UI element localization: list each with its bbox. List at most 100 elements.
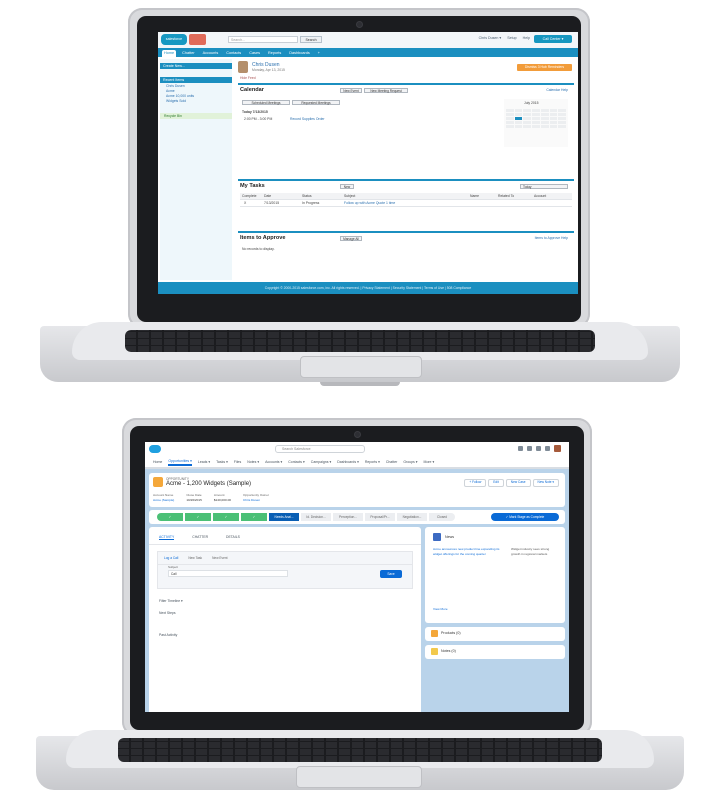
products-card[interactable]: Products (0)	[425, 627, 565, 641]
header-icons	[518, 445, 561, 452]
search-input[interactable]: Search...	[228, 36, 298, 43]
edit-button[interactable]: Edit	[488, 479, 504, 487]
notifications-bell-icon[interactable]	[545, 446, 550, 451]
help-link[interactable]: Help	[523, 36, 530, 40]
view-more-link[interactable]: View More	[433, 607, 505, 612]
nav-dashboards[interactable]: Dashboards ▾	[337, 460, 359, 464]
path-step[interactable]: Perception...	[333, 513, 363, 521]
notes-title[interactable]: Notes (0)	[441, 649, 456, 653]
tab-chatter[interactable]: Chatter	[180, 51, 196, 55]
path-step[interactable]: Id. Decision...	[301, 513, 331, 521]
calendar-help-link[interactable]: Calendar Help	[546, 88, 568, 92]
user-menu[interactable]: Chris Dusen ▾	[479, 36, 502, 40]
calendar-grid	[504, 107, 568, 130]
nav-chatter[interactable]: Chatter	[386, 460, 397, 464]
hide-feed-link[interactable]: Hide Feed	[240, 76, 256, 80]
news-icon	[433, 533, 441, 541]
approvals-help-link[interactable]: Items to Approve Help	[535, 236, 568, 240]
recycle-bin-link[interactable]: Recycle Bin	[160, 113, 232, 119]
tab-accounts[interactable]: Accounts	[201, 51, 221, 55]
nav-campaigns[interactable]: Campaigns ▾	[311, 460, 331, 464]
requested-meetings-tab[interactable]: Requested Meetings	[292, 100, 340, 105]
new-note-button[interactable]: New Note ▾	[532, 479, 559, 487]
search-input[interactable]: Search Salesforce	[275, 445, 365, 453]
app-badge-icon	[189, 34, 206, 45]
activity-panel: ACTIVITY CHATTER DETAILS Log a Call New …	[149, 527, 421, 712]
scheduled-meetings-tab[interactable]: Scheduled Meetings	[242, 100, 290, 105]
recent-item[interactable]: Widgets Sold	[160, 98, 232, 103]
new-event-button[interactable]: New Event	[340, 88, 362, 93]
products-title[interactable]: Products (0)	[441, 631, 461, 635]
tab-home[interactable]: Home	[162, 50, 177, 57]
nav-opportunities[interactable]: Opportunities ▾	[168, 459, 192, 466]
follow-button[interactable]: + Follow	[464, 479, 487, 487]
trackpad	[300, 356, 422, 378]
col-name: Name	[470, 194, 480, 198]
setup-gear-icon[interactable]	[536, 446, 541, 451]
path-step[interactable]: Proposal/Pr...	[365, 513, 395, 521]
search-button[interactable]: Search	[300, 36, 322, 43]
approvals-section: Items to Approve Manage All Items to App…	[238, 231, 574, 261]
nav-files[interactable]: Files	[234, 460, 241, 464]
avatar[interactable]	[554, 445, 561, 452]
mark-stage-complete-button[interactable]: ✓ Mark Stage as Complete	[491, 513, 559, 521]
nav-notes[interactable]: Notes ▾	[247, 460, 259, 464]
laptop-lightning: Search Salesforce Home Opportunities ▾ L…	[0, 408, 710, 794]
dismiss-reminders-button[interactable]: Dismiss 3 Hub Reminders	[517, 64, 572, 71]
filter-timeline[interactable]: Filter Timeline ▾	[149, 595, 421, 607]
tab-dashboards[interactable]: Dashboards	[287, 51, 311, 55]
app-switcher-button[interactable]: Call Center ▾	[534, 35, 572, 43]
tab-add[interactable]: +	[316, 51, 322, 55]
field-owner: Opportunity Owner Chris Dusen	[243, 493, 269, 502]
nav-reports[interactable]: Reports ▾	[365, 460, 380, 464]
notes-card[interactable]: Notes (0)	[425, 645, 565, 659]
new-meeting-request-button[interactable]: New Meeting Request	[364, 88, 408, 93]
path-step-current[interactable]: Needs Anal...	[269, 513, 299, 521]
tab-details[interactable]: DETAILS	[226, 535, 240, 540]
nav-groups[interactable]: Groups ▾	[403, 460, 417, 464]
favorites-icon[interactable]	[518, 446, 523, 451]
create-new-dropdown[interactable]: Create New...	[160, 63, 232, 69]
keyboard	[125, 330, 595, 352]
field-value-link[interactable]: Acme (Sample)	[153, 498, 174, 502]
tasks-filter-select[interactable]: Today	[520, 184, 568, 189]
manage-all-button[interactable]: Manage All	[340, 236, 362, 241]
nav-leads[interactable]: Leads ▾	[198, 460, 210, 464]
tasks-section: My Tasks New Today Complete Date Status …	[238, 179, 574, 229]
table-row[interactable]: X 7/13/2015 In Progress Follow up with A…	[240, 200, 572, 207]
nav-contacts[interactable]: Contacts ▾	[288, 460, 305, 464]
nav-accounts[interactable]: Accounts ▾	[265, 460, 282, 464]
news-article-link[interactable]: Acme announces new product line expandin…	[433, 547, 505, 557]
field-value-link[interactable]: Chris Dusen	[243, 498, 269, 502]
path-step[interactable]: Negotiation...	[397, 513, 427, 521]
nav-home[interactable]: Home	[153, 460, 162, 464]
path-step-complete[interactable]: ✓	[213, 513, 239, 521]
tab-cases[interactable]: Cases	[247, 51, 262, 55]
record-subtabs: ACTIVITY CHATTER DETAILS	[149, 527, 421, 545]
tab-reports[interactable]: Reports	[266, 51, 283, 55]
news-article-text[interactable]: Widget industry sees strong growth in re…	[511, 547, 555, 557]
subject-input[interactable]: Call	[168, 570, 288, 577]
today-label: Today 7/13/2015	[242, 110, 268, 114]
past-activity-heading: Past Activity	[159, 633, 178, 637]
save-button[interactable]: Save	[380, 570, 402, 578]
task-subject-cell[interactable]: Follow up with Acme Quote 1 time	[344, 201, 395, 205]
nav-more[interactable]: More ▾	[424, 460, 435, 464]
composer-tab-log-call[interactable]: Log a Call	[164, 556, 178, 560]
new-case-button[interactable]: New Case	[505, 479, 531, 487]
composer-tab-new-task[interactable]: New Task	[188, 556, 202, 560]
new-task-button[interactable]: New	[340, 184, 354, 189]
task-complete-cell[interactable]: X	[244, 201, 246, 205]
path-step[interactable]: Closed	[429, 513, 455, 521]
tab-chatter[interactable]: CHATTER	[192, 535, 208, 540]
event-link[interactable]: Record Supplies Order	[290, 117, 325, 121]
setup-link[interactable]: Setup	[507, 36, 516, 40]
path-step-complete[interactable]: ✓	[241, 513, 267, 521]
tab-activity[interactable]: ACTIVITY	[159, 535, 175, 540]
path-step-complete[interactable]: ✓	[157, 513, 183, 521]
help-icon[interactable]	[527, 446, 532, 451]
tab-contacts[interactable]: Contacts	[224, 51, 243, 55]
composer-tab-new-event[interactable]: New Event	[212, 556, 227, 560]
path-step-complete[interactable]: ✓	[185, 513, 211, 521]
nav-tasks[interactable]: Tasks ▾	[216, 460, 228, 464]
